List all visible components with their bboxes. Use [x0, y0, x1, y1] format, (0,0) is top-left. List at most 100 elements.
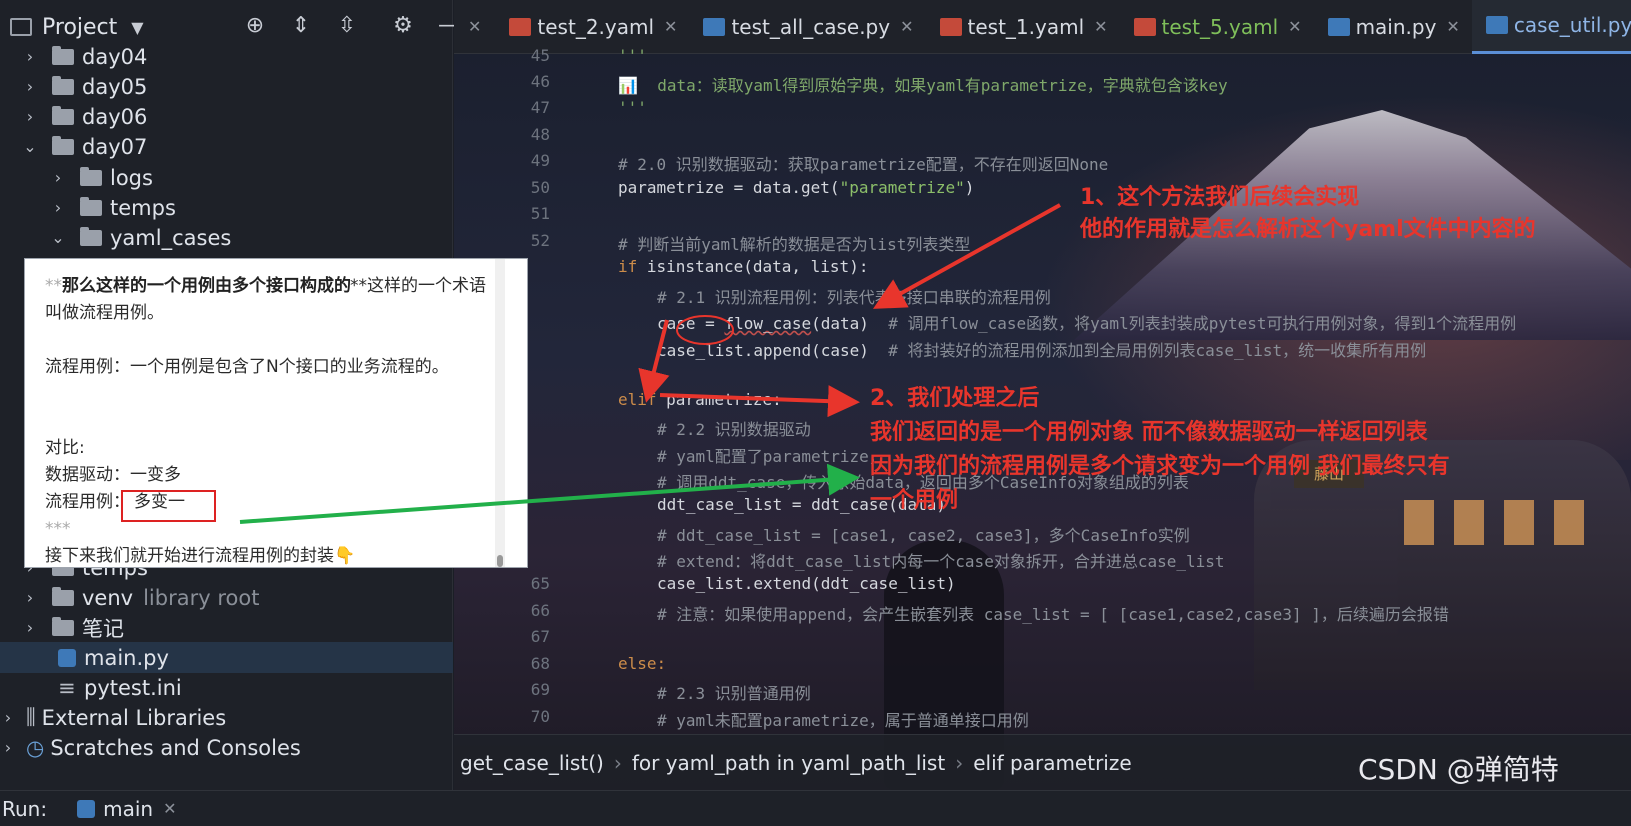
tree-item-pytest-ini[interactable]: ≡ pytest.ini: [58, 672, 182, 703]
folder-icon: [52, 616, 74, 636]
library-icon: ⫼: [26, 705, 36, 729]
ide-window: Project ▼ ⊕ ⇕ ⇳ ⚙ — › day04 › day05 › day06…: [0, 0, 1631, 826]
note-line: 流程用例：一个用例是包含了N个接口的业务流程的。: [45, 357, 449, 377]
run-label: Run:: [2, 796, 48, 821]
editor-area: 藤山 ✕ test_2.yaml ✕ test_all_case.py ✕ test…: [454, 0, 1631, 790]
chevron-down-icon[interactable]: ⌄: [50, 228, 66, 247]
run-config-tab[interactable]: main: [103, 797, 153, 821]
code-editor[interactable]: ''' 📊 data：读取yaml得到原始字典，如果yaml有parametri…: [454, 46, 1631, 734]
code-line: # extend：将ddt_case_list内每一个case对象拆开，合并进总…: [657, 552, 1225, 571]
annotation-2-line-1: 2、我们处理之后: [870, 386, 1040, 411]
code-token: parametrize = data.get(: [618, 178, 840, 197]
close-icon[interactable]: ✕: [1446, 17, 1459, 36]
note-line: 流程用例： 多变一: [45, 489, 509, 516]
code-line: 📊 data：读取yaml得到原始字典，如果yaml有parametrize，字…: [618, 76, 1228, 95]
close-icon[interactable]: ✕: [454, 17, 495, 36]
tree-item-yaml-cases[interactable]: ⌄ yaml_cases: [50, 222, 231, 253]
gear-icon[interactable]: ⚙: [388, 10, 418, 40]
annotation-2-line-3: 因为我们的流程用例是多个请求变为一个用例 我们最终只有: [870, 454, 1450, 479]
tree-item-day05[interactable]: › day05: [22, 71, 148, 102]
tree-item-day07[interactable]: ⌄ day07: [22, 131, 147, 162]
library-root-note: library root: [143, 585, 260, 610]
chevron-right-icon[interactable]: ›: [50, 168, 66, 187]
chevron-right-icon: ›: [955, 750, 964, 775]
folder-icon: [52, 105, 74, 125]
tree-item-label: venv: [82, 585, 134, 610]
annotation-2-line-4: 一个用例: [870, 488, 959, 513]
tree-item-external-libraries[interactable]: › ⫼ External Libraries: [0, 702, 226, 733]
breadcrumb-item[interactable]: elif parametrize: [973, 751, 1131, 775]
tree-item-logs[interactable]: › logs: [50, 162, 153, 193]
python-icon: [77, 799, 96, 818]
note-line: ***: [45, 519, 71, 539]
note-line: 接下来我们就开始进行流程用例的封装👇: [45, 546, 356, 566]
code-token: "parametrize": [839, 178, 965, 197]
code-token: # 调用flow_case函数，将yaml列表封装成pytest可执行用例对象，…: [888, 314, 1517, 333]
code-line: ''': [618, 98, 647, 117]
tree-item-label: temps: [110, 195, 176, 220]
tab-test-5-yaml[interactable]: test_5.yaml ✕: [1120, 0, 1314, 54]
note-text: **: [45, 276, 62, 296]
chevron-right-icon[interactable]: ›: [22, 77, 38, 96]
tab-label: test_2.yaml: [537, 14, 655, 39]
code-line: ''': [618, 46, 647, 65]
tree-item-day04[interactable]: › day04: [22, 41, 148, 72]
tab-test-1-yaml[interactable]: test_1.yaml ✕: [926, 0, 1120, 54]
note-text: **这样的一个术语: [350, 276, 486, 296]
tree-item-day06[interactable]: › day06: [22, 101, 148, 132]
chevron-right-icon[interactable]: ›: [50, 198, 66, 217]
scrollbar[interactable]: [495, 259, 505, 567]
expand-all-icon[interactable]: ⇕: [286, 10, 316, 40]
chevron-right-icon[interactable]: ›: [0, 738, 16, 757]
yaml-icon: [509, 17, 532, 36]
code-line: case_list.append(case) # 将封装好的流程用例添加到全局用…: [657, 337, 1426, 361]
tab-label: case_util.py: [1513, 13, 1631, 37]
tree-item-main-py[interactable]: main.py: [0, 642, 453, 673]
python-icon: [1327, 17, 1350, 36]
tree-item-label: Scratches and Consoles: [50, 735, 301, 760]
tab-test-all-case-py[interactable]: test_all_case.py ✕: [689, 0, 925, 54]
close-icon[interactable]: ✕: [1288, 17, 1301, 36]
code-line: # 2.3 识别普通用例: [657, 684, 811, 703]
tree-item-temps[interactable]: › temps: [50, 192, 176, 223]
code-line: parametrize = data.get("parametrize"): [618, 178, 974, 197]
collapse-all-icon[interactable]: ⇳: [332, 10, 362, 40]
project-title[interactable]: Project: [42, 15, 117, 40]
chevron-right-icon[interactable]: ›: [22, 618, 38, 637]
code-token: =: [695, 314, 725, 333]
tab-main-py[interactable]: main.py ✕: [1314, 0, 1472, 54]
tree-item-scratches[interactable]: › ◷ Scratches and Consoles: [0, 732, 301, 763]
close-icon[interactable]: ✕: [900, 17, 913, 36]
tree-item-label: main.py: [84, 645, 169, 670]
code-token: case_list.append(case): [657, 341, 889, 360]
tree-item-label: day05: [82, 74, 148, 99]
watermark: CSDN @弹简特: [1358, 753, 1559, 786]
code-line: # 注意：如果使用append，会产生嵌套列表 case_list = [ [c…: [657, 605, 1449, 624]
note-line: 对比:: [45, 438, 85, 458]
scrollbar-thumb[interactable]: [497, 555, 503, 567]
project-view-icon[interactable]: [10, 18, 32, 36]
tree-item-venv[interactable]: › venv library root: [22, 582, 260, 613]
tab-case-util-py[interactable]: case_util.py✕: [1471, 0, 1631, 54]
chevron-right-icon[interactable]: ›: [22, 588, 38, 607]
breadcrumb-item[interactable]: for yaml_path in yaml_path_list: [632, 751, 945, 775]
run-tool-bar: Run: main ✕: [0, 790, 1631, 826]
close-icon[interactable]: ✕: [664, 17, 677, 36]
breadcrumb-item[interactable]: get_case_list(): [460, 751, 604, 775]
locate-icon[interactable]: ⊕: [240, 10, 270, 40]
chevron-down-icon[interactable]: ▼: [131, 18, 143, 37]
tab-label: test_all_case.py: [731, 14, 891, 39]
folder-icon: [52, 45, 74, 65]
code-line: # 2.2 识别数据驱动: [657, 420, 811, 439]
note-line: **那么这样的一个用例由多个接口构成的****这样的一个术语: [45, 273, 509, 300]
tree-item-notes[interactable]: › 笔记: [22, 612, 124, 643]
chevron-right-icon[interactable]: ›: [22, 47, 38, 66]
annotation-2-line-2: 我们返回的是一个用例对象 而不像数据驱动一样返回列表: [870, 420, 1428, 445]
code-token: # 将封装好的流程用例添加到全局用例列表case_list，统一收集所有用例: [888, 341, 1427, 360]
close-icon[interactable]: ✕: [163, 799, 176, 818]
chevron-right-icon[interactable]: ›: [22, 107, 38, 126]
chevron-down-icon[interactable]: ⌄: [22, 137, 38, 156]
chevron-right-icon[interactable]: ›: [0, 708, 16, 727]
code-token: flow_case: [724, 314, 812, 333]
close-icon[interactable]: ✕: [1094, 17, 1107, 36]
